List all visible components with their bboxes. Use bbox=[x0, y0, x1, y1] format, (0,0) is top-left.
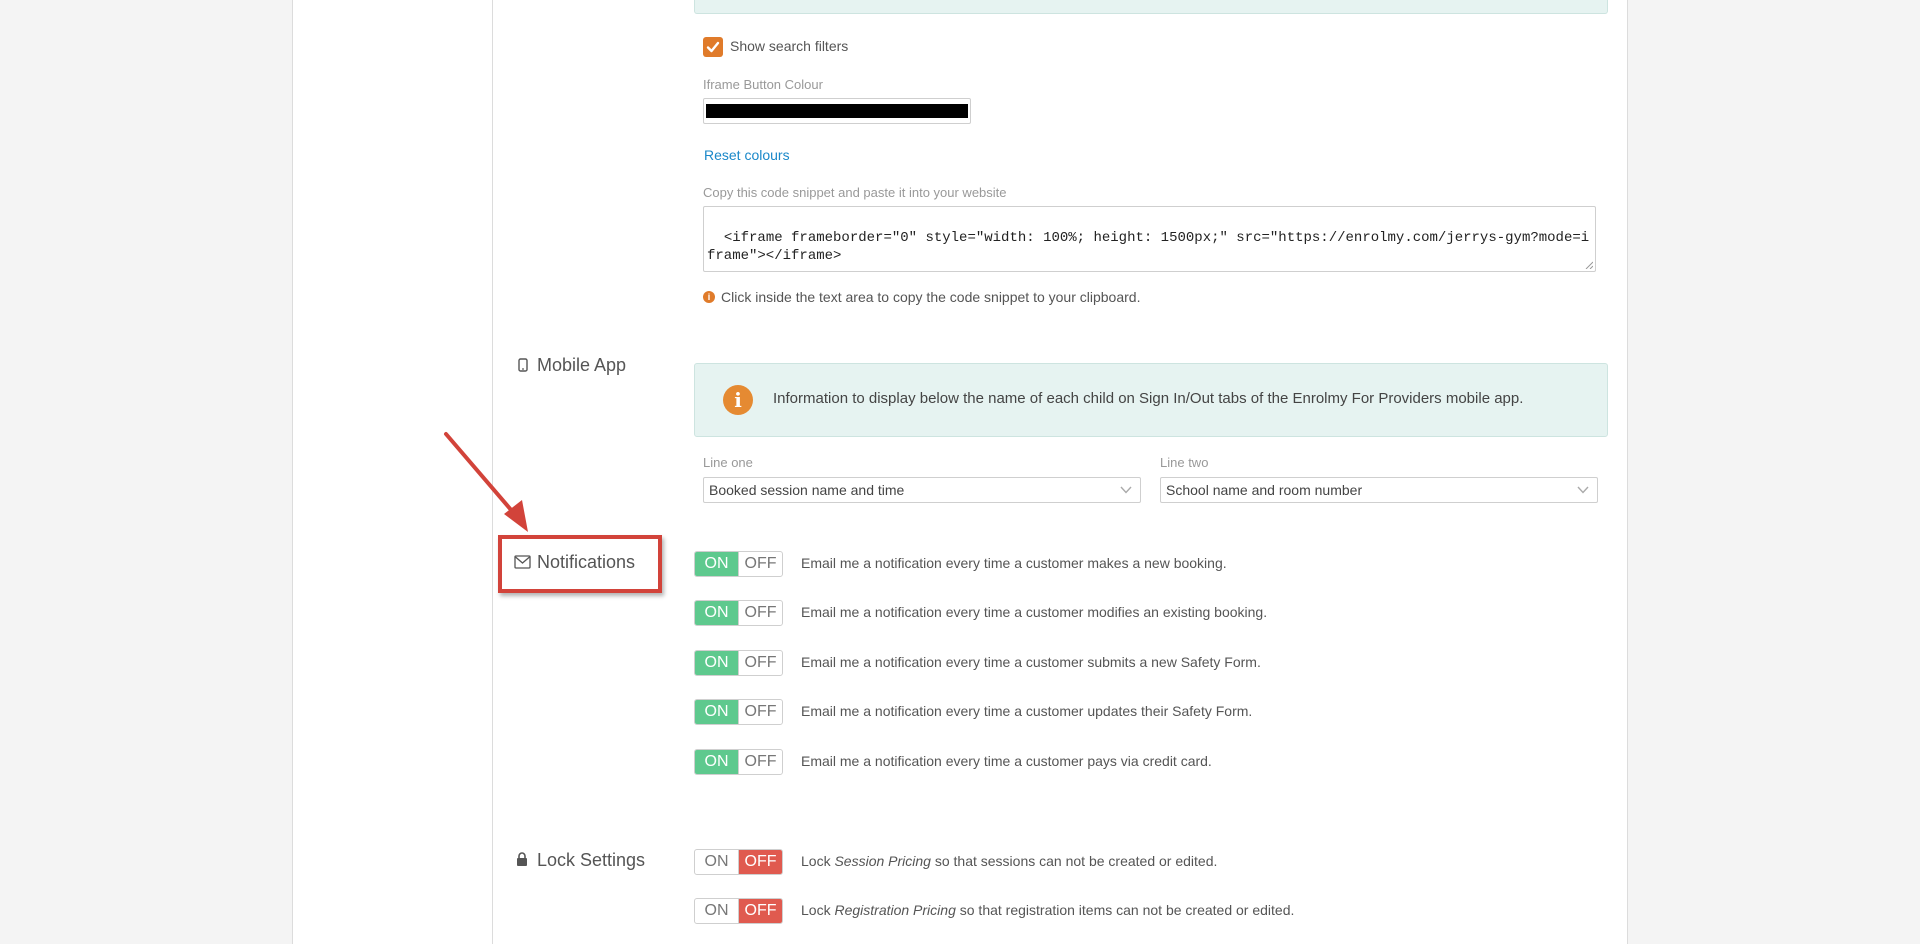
mobile-app-info-text: Information to display below the name of… bbox=[773, 390, 1524, 407]
snippet-textarea[interactable]: <iframe frameborder="0" style="width: 10… bbox=[703, 206, 1596, 272]
snippet-hint: Click inside the text area to copy the c… bbox=[721, 289, 1141, 305]
chevron-down-icon bbox=[1120, 486, 1132, 494]
lock-prefix: Lock bbox=[801, 853, 835, 869]
notifications-title: Notifications bbox=[537, 552, 636, 572]
lock-suffix: so that registration items can not be cr… bbox=[955, 902, 1295, 918]
toggle-off[interactable]: OFF bbox=[738, 552, 782, 576]
line-two-label: Line two bbox=[1160, 455, 1209, 470]
lock-registration-pricing-toggle[interactable]: ON OFF bbox=[694, 898, 783, 924]
envelope-icon bbox=[514, 555, 531, 569]
notify-credit-card-text: Email me a notification every time a cus… bbox=[801, 753, 1212, 769]
toggle-on[interactable]: ON bbox=[695, 899, 738, 923]
line-two-value: School name and room number bbox=[1166, 482, 1363, 498]
show-filters-label: Show search filters bbox=[730, 38, 849, 54]
show-filters-checkbox[interactable] bbox=[703, 37, 723, 57]
lock-emphasis: Registration Pricing bbox=[834, 902, 956, 918]
snippet-code: <iframe frameborder="0" style="width: 10… bbox=[707, 230, 1590, 264]
reset-colours-link[interactable]: Reset colours bbox=[704, 147, 790, 163]
toggle-on[interactable]: ON bbox=[695, 651, 738, 675]
line-two-select[interactable]: School name and room number bbox=[1160, 477, 1598, 503]
toggle-on[interactable]: ON bbox=[695, 552, 738, 576]
lock-session-pricing-text: Lock Session Pricing so that sessions ca… bbox=[801, 853, 1217, 869]
chevron-down-icon bbox=[1577, 486, 1589, 494]
notify-new-safety-form-text: Email me a notification every time a cus… bbox=[801, 654, 1261, 670]
line-one-value: Booked session name and time bbox=[709, 482, 905, 498]
lock-session-pricing-toggle[interactable]: ON OFF bbox=[694, 849, 783, 875]
notify-update-safety-form-text: Email me a notification every time a cus… bbox=[801, 703, 1253, 719]
notify-modify-booking-toggle[interactable]: ON OFF bbox=[694, 600, 783, 626]
toggle-on[interactable]: ON bbox=[695, 750, 738, 774]
notify-credit-card-toggle[interactable]: ON OFF bbox=[694, 749, 783, 775]
toggle-on[interactable]: ON bbox=[695, 601, 738, 625]
toggle-off[interactable]: OFF bbox=[738, 651, 782, 675]
toggle-off[interactable]: OFF bbox=[738, 601, 782, 625]
line-one-select[interactable]: Booked session name and time bbox=[703, 477, 1141, 503]
lock-prefix: Lock bbox=[801, 902, 835, 918]
notify-new-booking-text: Email me a notification every time a cus… bbox=[801, 555, 1227, 571]
lock-suffix: so that sessions can not be created or e… bbox=[930, 853, 1218, 869]
annotation-arrow bbox=[444, 432, 528, 532]
notify-modify-booking-text: Email me a notification every time a cus… bbox=[801, 604, 1268, 620]
toggle-on[interactable]: ON bbox=[695, 700, 738, 724]
toggle-off[interactable]: OFF bbox=[738, 750, 782, 774]
check-icon bbox=[706, 41, 720, 53]
info-circle-icon: i bbox=[723, 385, 753, 415]
info-icon: i bbox=[703, 291, 715, 303]
notify-new-booking-toggle[interactable]: ON OFF bbox=[694, 551, 783, 577]
lock-emphasis: Session Pricing bbox=[834, 853, 931, 869]
toggle-off[interactable]: OFF bbox=[738, 899, 782, 923]
toggle-off[interactable]: OFF bbox=[738, 700, 782, 724]
mobile-app-title: Mobile App bbox=[537, 355, 627, 375]
notify-new-safety-form-toggle[interactable]: ON OFF bbox=[694, 650, 783, 676]
lock-icon bbox=[517, 852, 527, 866]
lock-settings-title: Lock Settings bbox=[537, 850, 646, 870]
mobile-app-info-panel: i Information to display below the name … bbox=[694, 363, 1608, 437]
toggle-on[interactable]: ON bbox=[695, 850, 738, 874]
notify-update-safety-form-toggle[interactable]: ON OFF bbox=[694, 699, 783, 725]
line-one-label: Line one bbox=[703, 455, 753, 470]
toggle-off[interactable]: OFF bbox=[738, 850, 782, 874]
mobile-phone-icon bbox=[518, 358, 528, 372]
snippet-label: Copy this code snippet and paste it into… bbox=[703, 185, 1007, 200]
color-swatch bbox=[706, 104, 968, 118]
lock-registration-pricing-text: Lock Registration Pricing so that regist… bbox=[801, 902, 1294, 918]
iframe-color-picker[interactable] bbox=[703, 98, 971, 124]
embed-info-panel bbox=[694, 0, 1608, 14]
iframe-color-label: Iframe Button Colour bbox=[703, 77, 823, 92]
resize-grip-icon[interactable] bbox=[1585, 261, 1593, 269]
